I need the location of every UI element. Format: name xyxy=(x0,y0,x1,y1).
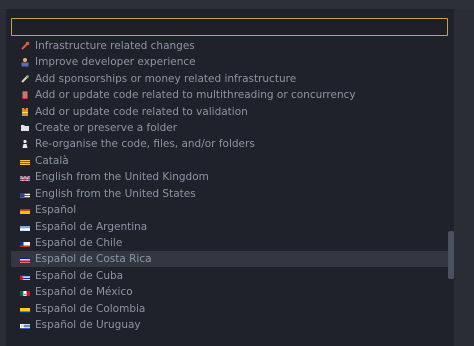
list-item-label: Español xyxy=(35,204,77,216)
list-item-label: Español de Uruguay xyxy=(35,319,141,331)
list-item-label: Español de Chile xyxy=(35,237,123,249)
list-item-label: Infrastructure related changes xyxy=(35,40,195,52)
list-item-label: English from the United States xyxy=(35,188,196,200)
background-edge xyxy=(454,9,474,346)
list-item[interactable]: Català xyxy=(11,153,448,169)
list-item[interactable]: Español de México xyxy=(11,284,448,300)
flag-colombia-icon xyxy=(20,306,30,313)
list-item[interactable]: Español de Chile xyxy=(11,235,448,251)
list-item-label: Español de Argentina xyxy=(35,221,148,233)
flag-argentina-icon xyxy=(20,224,30,231)
list-item[interactable]: Español de Uruguay xyxy=(11,317,448,333)
list-item[interactable]: Create or preserve a folder xyxy=(11,120,448,136)
search-input[interactable] xyxy=(11,18,448,36)
list-item-label: Español de México xyxy=(35,286,133,298)
list-item-selected[interactable]: Español de Costa Rica xyxy=(11,251,448,267)
list-item[interactable]: Infrastructure related changes xyxy=(11,38,448,54)
flag-chile-icon xyxy=(20,240,30,247)
folder-icon xyxy=(20,123,30,133)
technologist-icon xyxy=(20,57,30,67)
list-item[interactable]: Re-organise the code, files, and/or fold… xyxy=(11,136,448,152)
list-item-label: Create or preserve a folder xyxy=(35,122,178,134)
money-icon xyxy=(20,74,30,84)
thread-icon xyxy=(20,90,30,100)
options-list: Infrastructure related changes Improve d… xyxy=(6,38,454,346)
list-item[interactable]: Español de Colombia xyxy=(11,301,448,317)
list-item-label: English from the United Kingdom xyxy=(35,171,209,183)
flag-costa-rica-icon xyxy=(20,256,30,263)
list-item-label: Improve developer experience xyxy=(35,56,196,68)
list-item[interactable]: Add or update code related to validation xyxy=(11,104,448,120)
wrench-icon xyxy=(20,41,30,51)
list-item-label: Add or update code related to multithrea… xyxy=(35,89,356,101)
flag-us-icon xyxy=(20,191,30,198)
safety-vest-icon xyxy=(20,107,30,117)
flag-cuba-icon xyxy=(20,273,30,280)
list-item[interactable]: Español xyxy=(11,202,448,218)
list-item-label: Re-organise the code, files, and/or fold… xyxy=(35,138,255,150)
flag-uruguay-icon xyxy=(20,322,30,329)
list-item[interactable]: Español de Argentina xyxy=(11,219,448,235)
list-item-label: Català xyxy=(35,155,69,167)
flag-catalonia-icon xyxy=(20,158,30,165)
flag-mexico-icon xyxy=(20,289,30,296)
list-item[interactable]: English from the United States xyxy=(11,186,448,202)
flag-spain-icon xyxy=(20,207,30,214)
chess-pawn-icon xyxy=(20,139,30,149)
list-item[interactable]: Add sponsorships or money related infras… xyxy=(11,71,448,87)
list-item[interactable]: Español de Cuba xyxy=(11,268,448,284)
list-item-label: Add sponsorships or money related infras… xyxy=(35,73,297,85)
list-item-label: Español de Colombia xyxy=(35,303,146,315)
flag-uk-icon xyxy=(20,174,30,181)
top-bar xyxy=(0,0,474,9)
list-item[interactable]: English from the United Kingdom xyxy=(11,169,448,185)
list-item-label: Español de Costa Rica xyxy=(35,253,152,265)
quick-pick-panel: Infrastructure related changes Improve d… xyxy=(6,9,454,346)
list-item[interactable]: Improve developer experience xyxy=(11,54,448,70)
list-item[interactable]: Add or update code related to multithrea… xyxy=(11,87,448,103)
list-item-label: Español de Cuba xyxy=(35,270,124,282)
list-item-label: Add or update code related to validation xyxy=(35,106,248,118)
